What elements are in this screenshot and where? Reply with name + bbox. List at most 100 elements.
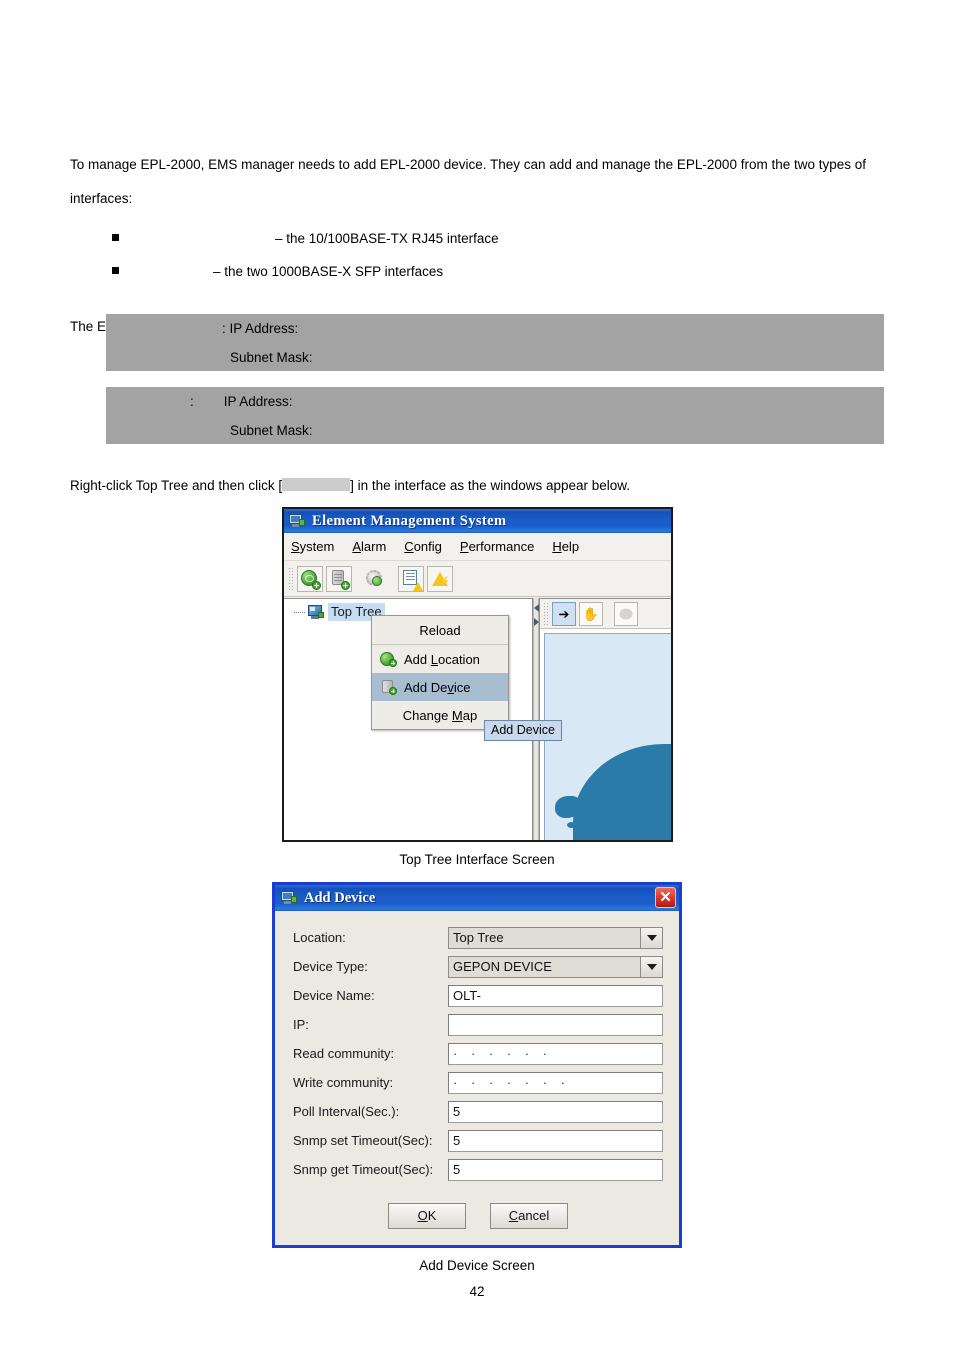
ip-address-label: : IP Address: — [222, 321, 299, 336]
list-item: – the 10/100BASE-TX RJ45 interface — [70, 222, 880, 255]
field-label: Device Name: — [293, 988, 375, 1003]
tree-context-menu: Reload Add Location Add Device Change Ma… — [371, 615, 509, 730]
read-community-input[interactable]: · · · · · · — [448, 1042, 663, 1065]
monitor-device-icon — [281, 891, 297, 905]
figure-caption-add-device: Add Device Screen — [419, 1258, 535, 1273]
rightclick-instruction: Right-click Top Tree and then click [ ] i… — [70, 478, 630, 493]
toolbar-alarm-button[interactable]: ⚡ — [427, 565, 453, 592]
list-item: – the two 1000BASE-X SFP interfaces — [70, 255, 880, 288]
chevron-down-icon[interactable] — [641, 955, 663, 978]
context-menu-label: Add Device — [404, 679, 471, 695]
close-icon[interactable]: ✕ — [655, 887, 676, 908]
field-label: Read community: — [293, 1046, 395, 1061]
map-select-tool-button[interactable]: ➔ — [552, 601, 576, 626]
map-pan-tool-button[interactable]: ✋ — [579, 601, 603, 626]
form-row-ip: IP: — [293, 1012, 663, 1037]
context-menu-item-reload[interactable]: Reload — [372, 616, 508, 644]
redacted-ip-block-2: : IP Address: Subnet Mask: — [106, 387, 884, 444]
map-island-shape — [581, 827, 588, 832]
form-row-read-community: Read community: · · · · · · — [293, 1041, 663, 1066]
menu-config[interactable]: Config — [404, 539, 442, 554]
dialog-form: Location: Top Tree Device Type: GEPON DE… — [275, 911, 679, 1245]
toolbar-grip-handle[interactable] — [288, 566, 293, 591]
inline-redaction — [282, 478, 351, 491]
subnet-mask-label: Subnet Mask: — [230, 350, 313, 365]
field-label: Write community: — [293, 1075, 394, 1090]
ems-toolbar: ⚡ — [284, 561, 671, 597]
write-community-input[interactable]: · · · · · · · — [448, 1071, 663, 1094]
tree-connector-line — [294, 611, 305, 613]
form-row-snmp-set-timeout: Snmp set Timeout(Sec): 5 — [293, 1128, 663, 1153]
map-shape-tool-button[interactable] — [614, 601, 638, 626]
intro-paragraph: To manage EPL-2000, EMS manager needs to… — [70, 157, 867, 206]
form-row-device-name: Device Name: OLT- — [293, 983, 663, 1008]
ems-menubar: System Alarm Config Performance Help — [284, 533, 671, 561]
context-menu-label: Add Location — [404, 651, 480, 667]
menu-system[interactable]: System — [291, 539, 334, 554]
redacted-ip-block-1: : IP Address: Subnet Mask: — [106, 314, 884, 371]
field-label: Snmp set Timeout(Sec): — [293, 1133, 433, 1148]
ip-address-label: : IP Address: — [190, 394, 293, 409]
toolbar-add-device-button[interactable] — [326, 565, 352, 592]
pan-hand-icon: ✋ — [582, 606, 600, 621]
snmp-set-timeout-input[interactable]: 5 — [448, 1129, 663, 1152]
rightclick-suffix: ] in the interface as the windows appear… — [350, 478, 631, 493]
chevron-down-icon[interactable] — [641, 926, 663, 949]
device-plus-icon — [380, 679, 397, 695]
add-device-tooltip: Add Device — [484, 720, 562, 741]
menu-help[interactable]: Help — [552, 539, 579, 554]
context-menu-item-add-location[interactable]: Add Location — [372, 645, 508, 673]
dialog-button-row: OK Cancel — [293, 1203, 663, 1229]
form-row-device-type: Device Type: GEPON DEVICE — [293, 954, 663, 979]
monitor-device-icon — [289, 514, 305, 528]
snmp-get-timeout-input[interactable]: 5 — [448, 1158, 663, 1181]
form-row-poll-interval: Poll Interval(Sec.): 5 — [293, 1099, 663, 1124]
field-label: Device Type: — [293, 959, 368, 974]
toolbar-add-location-button[interactable] — [297, 565, 323, 592]
menu-alarm[interactable]: Alarm — [352, 539, 386, 554]
bullet-square-icon — [112, 267, 119, 274]
element-management-system-window: Element Management System System Alarm C… — [282, 507, 673, 842]
bullet-square-icon — [112, 234, 119, 241]
subnet-mask-label: Subnet Mask: — [230, 423, 313, 438]
field-label: Poll Interval(Sec.): — [293, 1104, 400, 1119]
page-number: 42 — [469, 1284, 485, 1299]
top-tree-node-icon — [307, 604, 324, 620]
device-type-select[interactable]: GEPON DEVICE — [448, 955, 641, 978]
bullet-text: – the two 1000BASE-X SFP interfaces — [213, 264, 444, 279]
shape-blob-icon — [619, 608, 633, 619]
ok-button[interactable]: OK — [388, 1203, 466, 1229]
map-pane: ➔ ✋ — [539, 598, 671, 840]
plus-badge-icon — [341, 580, 350, 590]
poll-interval-input[interactable]: 5 — [448, 1100, 663, 1123]
map-toolbar-grip-handle[interactable] — [543, 601, 548, 626]
rightclick-prefix: Right-click Top Tree and then click [ — [70, 478, 283, 493]
add-device-dialog: Add Device ✕ Location: Top Tree Device T… — [272, 882, 682, 1248]
toolbar-event-log-button[interactable] — [398, 565, 424, 592]
ems-titlebar: Element Management System — [284, 509, 671, 533]
plus-badge-icon — [312, 580, 321, 590]
figure-caption-top-tree: Top Tree Interface Screen — [399, 852, 555, 867]
context-menu-label: Change Map — [402, 707, 478, 723]
config-gear-icon — [366, 569, 382, 586]
field-label: IP: — [293, 1017, 309, 1032]
form-row-location: Location: Top Tree — [293, 925, 663, 950]
field-label: Snmp get Timeout(Sec): — [293, 1162, 434, 1177]
context-menu-label: Reload — [419, 622, 461, 638]
map-canvas[interactable] — [544, 633, 671, 840]
bullet-text: – the 10/100BASE-TX RJ45 interface — [275, 231, 499, 246]
form-row-snmp-get-timeout: Snmp get Timeout(Sec): 5 — [293, 1157, 663, 1182]
ip-input[interactable] — [448, 1013, 663, 1036]
menu-performance[interactable]: Performance — [460, 539, 534, 554]
globe-plus-icon — [380, 651, 397, 667]
field-label: Location: — [293, 930, 346, 945]
location-select[interactable]: Top Tree — [448, 926, 641, 949]
device-name-input[interactable]: OLT- — [448, 984, 663, 1007]
form-row-write-community: Write community: · · · · · · · — [293, 1070, 663, 1095]
toolbar-config-button[interactable] — [362, 566, 388, 592]
map-toolbar: ➔ ✋ — [540, 599, 671, 629]
cancel-button[interactable]: Cancel — [490, 1203, 568, 1229]
context-menu-item-add-device[interactable]: Add Device — [372, 673, 508, 701]
ems-window-title: Element Management System — [312, 512, 507, 529]
topology-tree-pane: Top Tree Reload Add Location Add Device … — [284, 598, 562, 840]
